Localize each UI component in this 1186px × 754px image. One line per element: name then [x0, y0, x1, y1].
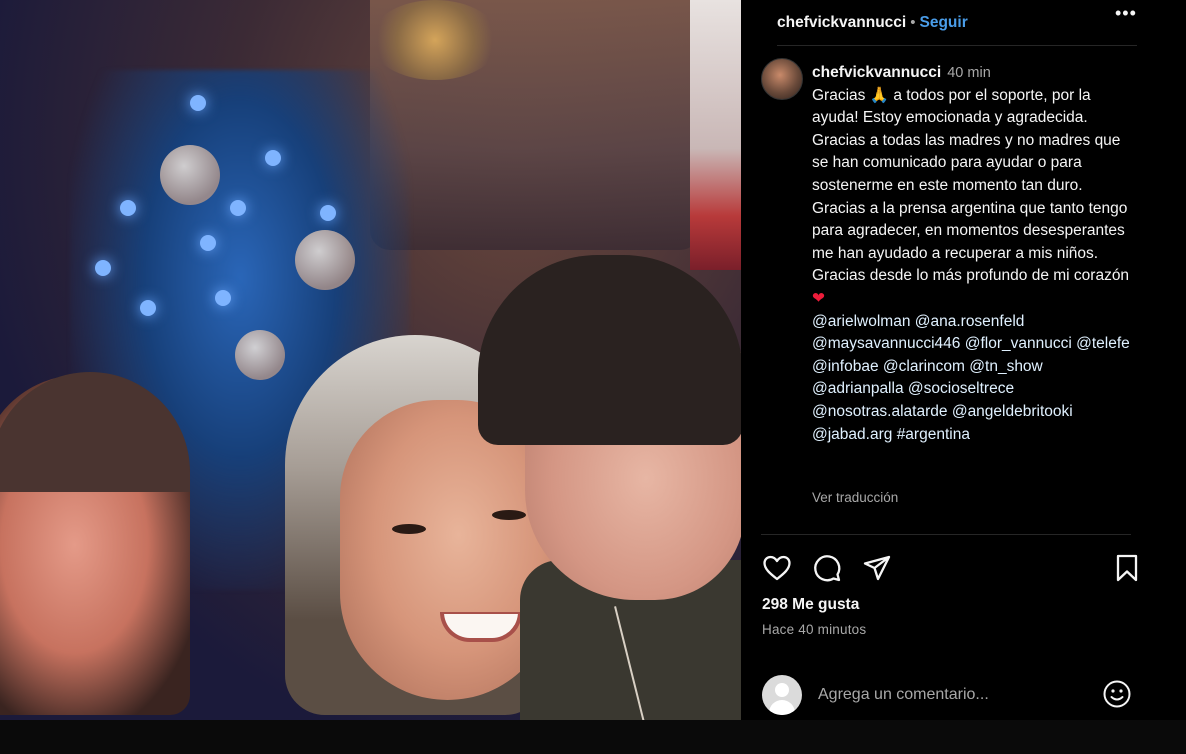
caption-body: chefvickvannucci 40 min Gracias 🙏 a todos…	[812, 62, 1130, 446]
woman-eye	[392, 524, 426, 534]
mention-link[interactable]: @nosotras.alatarde	[812, 403, 948, 420]
add-comment-row	[761, 672, 1133, 716]
mention-link[interactable]: @angeldebritooki	[952, 403, 1073, 420]
tree-light	[320, 205, 336, 221]
mention-link[interactable]: @adrianpalla	[812, 380, 904, 397]
tree-light	[200, 235, 216, 251]
hashtag-link[interactable]: #argentina	[897, 426, 970, 443]
likes-count[interactable]: 298 Me gusta	[762, 596, 859, 614]
mention-link[interactable]: @arielwolman	[812, 313, 910, 330]
post-photo[interactable]	[0, 0, 741, 720]
mention-link[interactable]: @socioseltrece	[908, 380, 1014, 397]
tree-light	[230, 200, 246, 216]
mention-link[interactable]: @telefe	[1076, 335, 1130, 352]
comment-icon[interactable]	[811, 552, 843, 584]
tree-light	[140, 300, 156, 316]
caption-text-3: Gracias desde lo más profundo de mi cora…	[812, 267, 1130, 285]
tree-ornament	[160, 145, 220, 205]
tree-light	[215, 290, 231, 306]
background-lamp	[370, 0, 500, 80]
share-icon[interactable]	[861, 552, 893, 584]
mention-link[interactable]: @maysavannucci446	[812, 335, 960, 352]
header-separator: •	[910, 14, 916, 31]
tree-ornament	[235, 330, 285, 380]
heart-icon[interactable]	[761, 552, 793, 584]
bookmark-icon[interactable]	[1111, 552, 1143, 584]
caption-text-1: Gracias 🙏 a todos por el soporte, por la…	[812, 86, 1121, 194]
mention-link[interactable]: @tn_show	[969, 358, 1042, 375]
tree-light	[120, 200, 136, 216]
mention-link[interactable]: @ana.rosenfeld	[915, 313, 1025, 330]
post-timestamp: Hace 40 minutos	[762, 622, 867, 637]
header-username[interactable]: chefvickvannucci	[777, 14, 906, 32]
tree-light	[265, 150, 281, 166]
woman-eye	[492, 510, 526, 520]
post-side-panel: chefvickvannucci • Seguir ••• chefvickva…	[741, 0, 1138, 720]
comment-input[interactable]	[818, 680, 1088, 710]
mention-link[interactable]: @infobae	[812, 358, 879, 375]
divider	[761, 534, 1131, 535]
post-header: chefvickvannucci • Seguir	[777, 0, 1137, 46]
avatar[interactable]	[761, 58, 803, 100]
tree-light	[190, 95, 206, 111]
tree-light	[95, 260, 111, 276]
more-options-icon[interactable]: •••	[1115, 4, 1139, 22]
avatar	[762, 675, 802, 715]
caption-username[interactable]: chefvickvannucci	[812, 64, 941, 81]
mention-link[interactable]: @jabad.arg	[812, 426, 892, 443]
mention-link[interactable]: @clarincom	[883, 358, 965, 375]
background-decoration	[690, 0, 741, 270]
tree-ornament	[295, 230, 355, 290]
post-actions	[761, 552, 1138, 584]
see-translation-link[interactable]: Ver traducción	[812, 490, 898, 505]
smile-icon[interactable]	[1101, 678, 1133, 710]
caption-text-2: Gracias a la prensa argentina que tanto …	[812, 199, 1128, 262]
person-right-hair	[478, 255, 741, 445]
mention-link[interactable]: @flor_vannucci	[965, 335, 1072, 352]
caption-mentions: @arielwolman @ana.rosenfeld @maysavannuc…	[812, 311, 1130, 447]
caption-time: 40 min	[947, 65, 991, 81]
red-heart-icon: ❤	[812, 289, 825, 307]
follow-button[interactable]: Seguir	[920, 14, 968, 32]
bottom-bar	[0, 720, 1186, 754]
